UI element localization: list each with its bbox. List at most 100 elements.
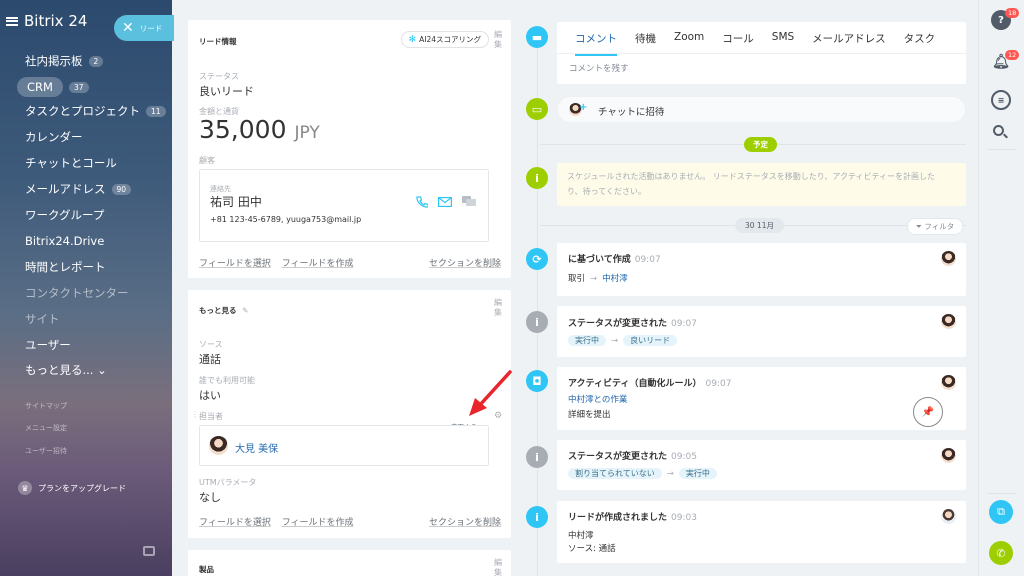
sidebar-item-chat[interactable]: チャットとコール (25, 155, 117, 171)
sidebar-badge: 90 (111, 183, 132, 195)
close-lead-button[interactable]: ✕ リード (114, 15, 174, 41)
event-title-text: アクティビティ（自動化ルール） (568, 379, 702, 389)
amount-value: 35,000 JPY (199, 115, 320, 144)
sidebar-item-feed[interactable]: 社内掲示板 2 (25, 53, 104, 69)
sidebar-item-tasks[interactable]: タスクとプロジェクト 11 (25, 103, 166, 119)
delete-section-link[interactable]: セクションを削除 (429, 256, 501, 269)
mail-icon[interactable] (438, 197, 452, 207)
info-icon: i (526, 167, 548, 189)
event-time: 09:07 (671, 319, 697, 329)
responsible-box: 大見 美保 (199, 425, 489, 466)
sidebar-item-mail[interactable]: メールアドレス 90 (25, 181, 132, 197)
info-icon: i (526, 446, 548, 468)
select-field-link[interactable]: フィールドを選択 (199, 518, 271, 528)
event-body: 実行中 → 良いリード (568, 335, 678, 346)
more-card: もっと見る ✎ 編集 ソース 通話 誰でも利用可能 はい ⋮⋮ 担当者 変更する… (188, 290, 511, 538)
phone-icon[interactable] (416, 196, 428, 208)
source-value: 通話 (199, 353, 221, 366)
sidebar-item-time[interactable]: 時間とレポート (25, 259, 106, 275)
avatar (941, 314, 956, 329)
create-field-link[interactable]: フィールドを作成 (282, 259, 354, 269)
responsible-name[interactable]: 大見 美保 (235, 440, 278, 455)
event-link[interactable]: 中村澪 (602, 274, 628, 284)
comment-icon: ▬ (526, 26, 548, 48)
planned-badge: 予定 (744, 137, 777, 152)
sidebar-item-drive[interactable]: Bitrix24.Drive (25, 234, 104, 248)
filter-button[interactable]: ⏷ フィルタ (907, 218, 964, 235)
sitemap-link[interactable]: サイトマップ (25, 401, 67, 411)
event-time: 09:05 (671, 452, 697, 462)
close-icon: ✕ (122, 20, 134, 36)
brand-name: Bitrix 24 (24, 12, 88, 30)
plus-icon: + (579, 102, 588, 113)
contact-name[interactable]: 祐司 田中 (210, 193, 262, 210)
contact-details: +81 123-45-6789, yuuga753@mail.jp (210, 215, 362, 224)
select-field-link[interactable]: フィールドを選択 (199, 259, 271, 269)
pin-icon[interactable]: 📌 (913, 397, 943, 427)
chat-icon[interactable] (462, 196, 476, 208)
chat-bubble-icon: ▭ (526, 98, 548, 120)
contact-box: 連絡先 祐司 田中 +81 123-45-6789, yuuga753@mail… (199, 169, 489, 242)
sidebar-item-label: CRM (17, 77, 63, 97)
lead-info-card: リード情報 ✻ AI24スコアリング 編集 ステータス 良いリード 金額と通貨 … (188, 20, 511, 278)
event-title-text: ステータスが変更された (568, 319, 668, 329)
sidebar-item-label: ユーザー (25, 338, 71, 352)
edit-lead-info-link[interactable]: 編集 (493, 30, 503, 50)
menu-settings-link[interactable]: メニュー設定 (25, 423, 67, 433)
sidebar-item-label: もっと見る... ⌄ (25, 363, 107, 377)
crown-icon: ♛ (18, 481, 32, 495)
utm-label: UTMパラメータ (199, 478, 257, 487)
phone-call-icon[interactable]: ✆ (989, 541, 1013, 565)
edit-more-link[interactable]: 編集 (493, 298, 503, 318)
products-card: 製品 編集 (188, 550, 511, 576)
sidebar-item-more[interactable]: もっと見る... ⌄ (25, 362, 107, 378)
sidebar-item-crm[interactable]: CRM 37 (17, 77, 89, 97)
sidebar-item-workgroups[interactable]: ワークグループ (25, 207, 104, 223)
event-body: 取引 → 中村澪 (568, 272, 628, 284)
event-title: アクティビティ（自動化ルール） 09:07 (568, 376, 731, 389)
delete-section-link[interactable]: セクションを削除 (429, 515, 501, 528)
ai-scoring-button[interactable]: ✻ AI24スコアリング (400, 31, 489, 48)
sidebar-item-label: チャットとコール (25, 156, 117, 170)
timeline-event: アクティビティ（自動化ルール） 09:07 中村澪との作業 詳細を提出 (557, 367, 966, 430)
help-badge: 18 (1005, 8, 1020, 18)
timeline-event: ステータスが変更された 09:05 割り当てられていない → 実行中 (557, 440, 966, 490)
event-time: 09:07 (634, 255, 661, 265)
printer-icon[interactable] (143, 546, 155, 556)
avatar (941, 251, 956, 266)
messenger-icon[interactable]: ≡ (991, 90, 1011, 110)
responsible-label: 担当者 (199, 412, 223, 421)
left-sidebar: Bitrix 24 社内掲示板 2 CRM 37 タスクとプロジェクト 11 カ… (0, 0, 172, 576)
avatar (209, 436, 228, 455)
timeline-event: リードが作成されました 09:03 中村澪 ソース: 通話 (557, 501, 966, 563)
more-actions: フィールドを選択 フィールドを作成 セクションを削除 (199, 515, 501, 528)
create-field-link[interactable]: フィールドを作成 (282, 518, 354, 528)
pencil-icon[interactable]: ✎ (242, 306, 248, 315)
event-detail: 詳細を提出 (568, 410, 611, 420)
sidebar-item-sites[interactable]: サイト (25, 311, 60, 327)
copy-icon[interactable]: ⧉ (989, 500, 1013, 524)
sidebar-item-contact-center[interactable]: コンタクトセンター (25, 285, 129, 301)
menu-icon[interactable] (6, 16, 18, 26)
upgrade-plan-button[interactable]: ♛ プランをアップグレード (18, 481, 126, 495)
event-title: ステータスが変更された 09:05 (568, 449, 697, 462)
event-detail: 中村澪 (568, 531, 594, 541)
search-icon[interactable] (993, 125, 1004, 136)
sidebar-item-users[interactable]: ユーザー (25, 337, 71, 353)
invite-users-link[interactable]: ユーザー招待 (25, 446, 67, 456)
comment-input[interactable]: コメントを残す (569, 62, 629, 74)
logo[interactable]: Bitrix 24 (6, 12, 87, 30)
arrow-right-icon: → (611, 336, 619, 346)
robot-icon: ◘ (526, 370, 548, 392)
sidebar-badge: 2 (88, 55, 104, 67)
event-title: に基づいて作成 09:07 (568, 252, 661, 265)
toolbar-divider (987, 493, 1016, 494)
event-link[interactable]: 中村澪との作業 (568, 393, 627, 405)
chat-invite-card[interactable]: + チャットに招待 (557, 96, 966, 123)
event-detail: ソース: 通話 (568, 544, 616, 554)
lead-info-title: リード情報 (199, 37, 237, 46)
sidebar-item-label: サイト (25, 312, 60, 326)
edit-products-link[interactable]: 編集 (493, 558, 503, 576)
schedule-text: スケジュールされた活動はありません。 リードステータスを移動したり、アクティビテ… (567, 172, 936, 196)
sidebar-item-calendar[interactable]: カレンダー (25, 129, 83, 145)
